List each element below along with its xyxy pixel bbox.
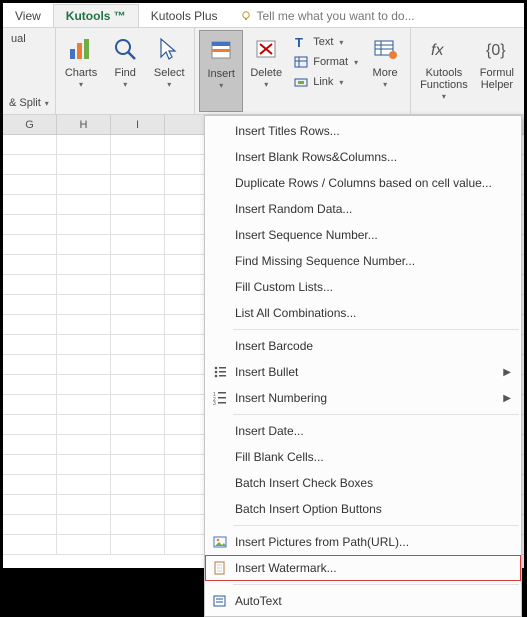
tell-me-search[interactable]: Tell me what you want to do... (230, 5, 425, 27)
col-header[interactable]: G (3, 115, 57, 134)
chevron-down-icon: ▾ (264, 80, 268, 89)
tell-me-label: Tell me what you want to do... (257, 9, 415, 23)
submenu-arrow-icon: ▶ (503, 367, 511, 378)
col-header[interactable]: H (57, 115, 111, 134)
menu-batch-option-buttons[interactable]: Batch Insert Option Buttons (205, 496, 521, 522)
menu-insert-pictures[interactable]: Insert Pictures from Path(URL)... (205, 529, 521, 555)
formula-helper-button[interactable]: {0} Formul Helper (475, 30, 519, 112)
chevron-down-icon: ▾ (383, 80, 387, 89)
menu-separator (233, 329, 519, 330)
partial-label-ual: ual (7, 30, 51, 48)
chevron-down-icon: ▾ (354, 58, 358, 67)
ribbon-tabs: View Kutools ™ Kutools Plus Tell me what… (3, 3, 524, 27)
tab-view[interactable]: View (3, 5, 53, 27)
more-button[interactable]: More ▾ (364, 30, 406, 112)
menu-insert-bullet[interactable]: Insert Bullet ▶ (205, 359, 521, 385)
menu-duplicate-rows-columns[interactable]: Duplicate Rows / Columns based on cell v… (205, 170, 521, 196)
link-icon (293, 74, 309, 90)
chevron-down-icon: ▾ (123, 80, 127, 89)
tab-kutools-plus[interactable]: Kutools Plus (139, 5, 230, 27)
menu-separator (233, 414, 519, 415)
delete-button[interactable]: Delete ▾ (245, 30, 287, 112)
split-button[interactable]: & Split▾ (7, 94, 51, 112)
menu-insert-numbering[interactable]: 123 Insert Numbering ▶ (205, 385, 521, 411)
svg-text:fx: fx (431, 42, 444, 59)
insert-button[interactable]: Insert ▾ (199, 30, 243, 112)
menu-insert-sequence-number[interactable]: Insert Sequence Number... (205, 222, 521, 248)
svg-text:3: 3 (213, 401, 216, 405)
more-icon (369, 33, 401, 65)
chart-icon (65, 33, 97, 65)
cursor-icon (153, 33, 185, 65)
menu-insert-random-data[interactable]: Insert Random Data... (205, 196, 521, 222)
svg-text:{0}: {0} (486, 42, 506, 59)
menu-insert-date[interactable]: Insert Date... (205, 418, 521, 444)
tab-kutools[interactable]: Kutools ™ (53, 4, 139, 27)
menu-insert-watermark[interactable]: Insert Watermark... (205, 555, 521, 581)
charts-button[interactable]: Charts ▾ (60, 30, 102, 112)
menu-separator (233, 584, 519, 585)
menu-fill-custom-lists[interactable]: Fill Custom Lists... (205, 274, 521, 300)
ribbon: ual & Split▾ Charts ▾ Find ▾ (3, 27, 524, 115)
text-button[interactable]: T Text▾ (289, 32, 362, 52)
menu-autotext[interactable]: AutoText (205, 588, 521, 614)
find-button[interactable]: Find ▾ (104, 30, 146, 112)
autotext-icon (209, 591, 231, 611)
kutools-functions-button[interactable]: fx Kutools Functions ▾ (415, 30, 473, 112)
braces-icon: {0} (481, 33, 513, 65)
search-icon (109, 33, 141, 65)
select-button[interactable]: Select ▾ (148, 30, 190, 112)
format-button[interactable]: Format▾ (289, 52, 362, 72)
submenu-arrow-icon: ▶ (503, 393, 511, 404)
menu-batch-check-boxes[interactable]: Batch Insert Check Boxes (205, 470, 521, 496)
lightbulb-icon (240, 10, 252, 22)
menu-insert-blank-rows-columns[interactable]: Insert Blank Rows&Columns... (205, 144, 521, 170)
col-header[interactable]: I (111, 115, 165, 134)
picture-icon (209, 532, 231, 552)
insert-icon (205, 34, 237, 66)
chevron-down-icon: ▾ (339, 78, 343, 87)
chevron-down-icon: ▾ (45, 99, 49, 108)
link-button[interactable]: Link▾ (289, 72, 362, 92)
format-icon (293, 54, 309, 70)
fx-icon: fx (428, 33, 460, 65)
chevron-down-icon: ▾ (79, 80, 83, 89)
svg-text:T: T (295, 35, 303, 49)
insert-dropdown-menu: Insert Titles Rows... Insert Blank Rows&… (204, 115, 522, 617)
chevron-down-icon: ▾ (339, 38, 343, 47)
bullet-list-icon (209, 362, 231, 382)
chevron-down-icon: ▾ (219, 81, 223, 90)
menu-list-combinations[interactable]: List All Combinations... (205, 300, 521, 326)
watermark-icon (209, 558, 231, 578)
chevron-down-icon: ▾ (442, 92, 446, 101)
menu-find-missing-sequence[interactable]: Find Missing Sequence Number... (205, 248, 521, 274)
menu-separator (233, 525, 519, 526)
menu-insert-titles-rows[interactable]: Insert Titles Rows... (205, 118, 521, 144)
delete-icon (250, 33, 282, 65)
numbered-list-icon: 123 (209, 388, 231, 408)
text-icon: T (293, 34, 309, 50)
menu-insert-barcode[interactable]: Insert Barcode (205, 333, 521, 359)
chevron-down-icon: ▾ (167, 80, 171, 89)
menu-fill-blank-cells[interactable]: Fill Blank Cells... (205, 444, 521, 470)
